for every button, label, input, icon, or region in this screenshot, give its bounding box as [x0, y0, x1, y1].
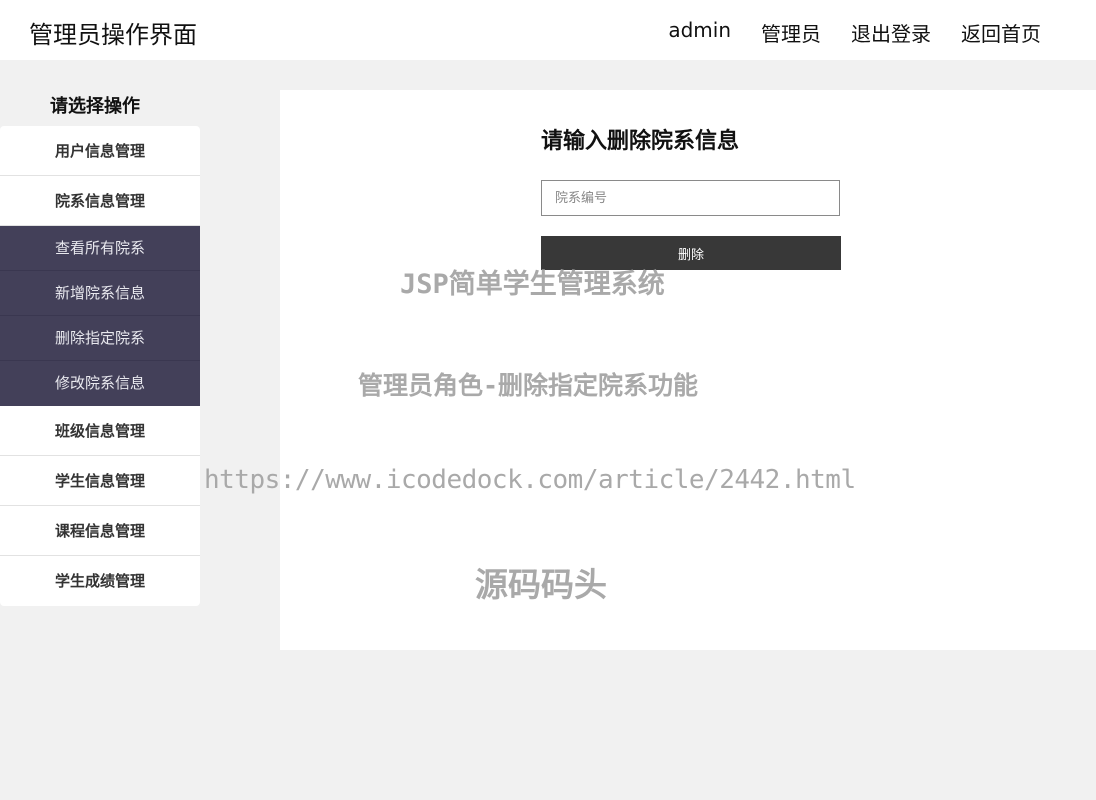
main-content: 请输入删除院系信息 删除	[280, 90, 1096, 650]
top-bar: 管理员操作界面 admin 管理员 退出登录 返回首页	[0, 0, 1096, 60]
delete-button[interactable]: 删除	[541, 236, 841, 270]
sidebar: 用户信息管理 院系信息管理 查看所有院系 新增院系信息 删除指定院系 修改院系信…	[0, 126, 200, 606]
sidebar-item-grade-info[interactable]: 学生成绩管理	[0, 556, 200, 606]
department-submenu: 查看所有院系 新增院系信息 删除指定院系 修改院系信息	[0, 226, 200, 406]
submenu-item-view-departments[interactable]: 查看所有院系	[0, 226, 200, 271]
sidebar-item-user-info[interactable]: 用户信息管理	[0, 126, 200, 176]
department-id-input[interactable]	[541, 180, 840, 216]
form-title: 请输入删除院系信息	[541, 129, 740, 154]
top-nav: admin 管理员 退出登录 返回首页	[668, 18, 1041, 47]
sidebar-item-department-info[interactable]: 院系信息管理	[0, 176, 200, 226]
nav-role[interactable]: 管理员	[761, 18, 821, 47]
submenu-item-delete-department[interactable]: 删除指定院系	[0, 316, 200, 361]
nav-logout-link[interactable]: 退出登录	[851, 18, 931, 47]
sidebar-title: 请选择操作	[50, 96, 140, 117]
nav-home-link[interactable]: 返回首页	[961, 18, 1041, 47]
sidebar-item-student-info[interactable]: 学生信息管理	[0, 456, 200, 506]
sidebar-item-course-info[interactable]: 课程信息管理	[0, 506, 200, 556]
sidebar-item-class-info[interactable]: 班级信息管理	[0, 406, 200, 456]
submenu-item-edit-department[interactable]: 修改院系信息	[0, 361, 200, 406]
submenu-item-add-department[interactable]: 新增院系信息	[0, 271, 200, 316]
app-title: 管理员操作界面	[29, 21, 197, 49]
nav-user[interactable]: admin	[668, 18, 731, 47]
